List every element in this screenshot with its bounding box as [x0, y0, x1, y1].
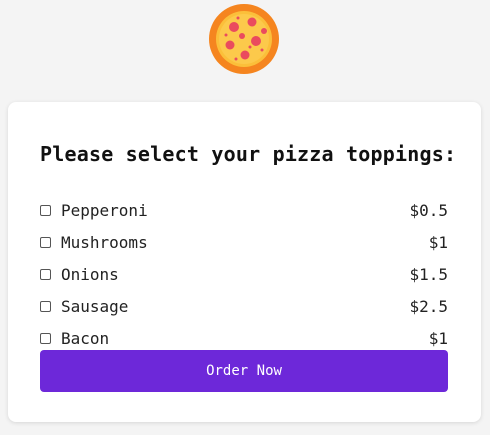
topping-price: $0.5 [409, 200, 448, 220]
topping-price: $1 [428, 328, 448, 348]
topping-label[interactable]: Onions [40, 265, 119, 284]
topping-name: Sausage [61, 296, 129, 316]
topping-name: Pepperoni [61, 200, 148, 220]
form-title: Please select your pizza toppings: [40, 142, 457, 166]
topping-label[interactable]: Mushrooms [40, 233, 148, 252]
topping-checkbox[interactable] [40, 332, 51, 344]
topping-item-sausage: Sausage $2.5 [40, 290, 448, 322]
topping-price: $1 [428, 232, 448, 252]
topping-name: Bacon [61, 328, 110, 348]
toppings-card: Please select your pizza toppings: Peppe… [8, 102, 481, 422]
topping-checkbox[interactable] [40, 204, 51, 216]
topping-item-pepperoni: Pepperoni $0.5 [40, 194, 448, 226]
topping-label[interactable]: Sausage [40, 297, 128, 316]
pizza-icon [208, 3, 280, 75]
topping-name: Mushrooms [61, 232, 148, 252]
topping-name: Onions [61, 264, 119, 284]
topping-checkbox[interactable] [40, 236, 51, 248]
order-now-button[interactable]: Order Now [40, 350, 448, 392]
topping-item-mushrooms: Mushrooms $1 [40, 226, 448, 258]
topping-checkbox[interactable] [40, 268, 51, 280]
topping-checkbox[interactable] [40, 300, 51, 312]
topping-item-onions: Onions $1.5 [40, 258, 448, 290]
topping-label[interactable]: Pepperoni [40, 201, 148, 220]
topping-label[interactable]: Bacon [40, 329, 109, 348]
topping-price: $1.5 [409, 264, 448, 284]
topping-price: $2.5 [409, 296, 448, 316]
toppings-list: Pepperoni $0.5 Mushrooms $1 Onions $1.5 … [40, 194, 448, 354]
